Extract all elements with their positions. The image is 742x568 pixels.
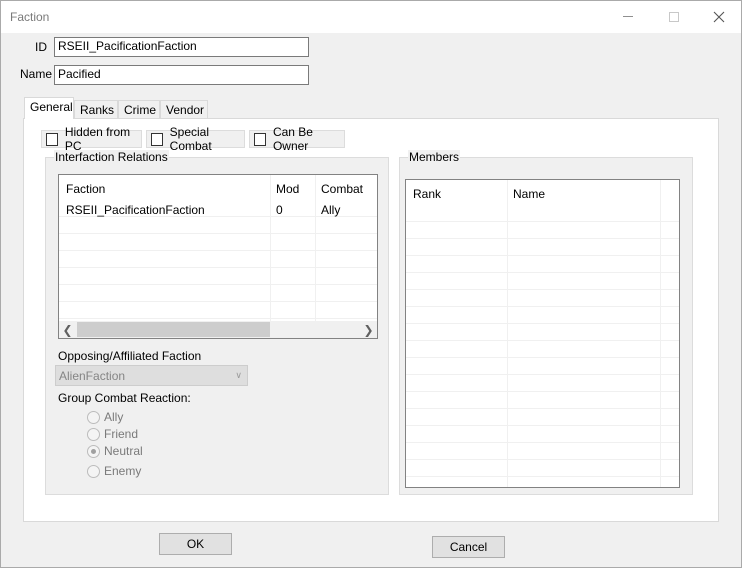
row-line	[406, 272, 679, 273]
checkbox-box	[151, 132, 163, 146]
chevron-left-icon[interactable]: ❮	[59, 321, 76, 338]
ok-button[interactable]: OK	[159, 533, 232, 555]
radio-ally[interactable]: Ally	[87, 409, 123, 425]
chevron-right-icon[interactable]: ❯	[360, 321, 377, 338]
faction-dialog: Faction ID RSEII_PacificationFaction Nam…	[0, 0, 742, 568]
members-list[interactable]: Rank Name	[405, 179, 680, 488]
close-button[interactable]	[696, 1, 742, 32]
cell-combat: Ally	[321, 203, 341, 217]
row-line	[406, 323, 679, 324]
column-header-name[interactable]: Name	[513, 187, 545, 201]
radio-label: Friend	[104, 427, 139, 441]
column-header-faction[interactable]: Faction	[66, 182, 105, 196]
checkbox-label: Special Combat	[169, 125, 212, 153]
row-line	[406, 425, 679, 426]
close-icon	[713, 11, 725, 22]
row-line	[59, 301, 377, 302]
title-bar: Faction	[1, 1, 741, 33]
cell-faction: RSEII_PacificationFaction	[66, 203, 205, 217]
cell-mod: 0	[276, 203, 283, 217]
horizontal-scrollbar[interactable]: ❮ ❯	[59, 321, 377, 338]
radio-circle	[87, 444, 100, 458]
row-line	[406, 408, 679, 409]
row-line	[406, 238, 679, 239]
column-divider	[660, 180, 661, 487]
row-line	[406, 357, 679, 358]
tab-vendor[interactable]: Vendor	[160, 100, 208, 119]
tab-ranks[interactable]: Ranks	[74, 100, 118, 119]
scrollbar-thumb[interactable]	[77, 322, 270, 337]
checkbox-box	[46, 132, 58, 146]
general-tab-panel: Hidden from PC Special Combat Can Be Own…	[23, 118, 719, 522]
members-group: Members Rank Name	[399, 150, 693, 495]
row-line	[59, 318, 377, 319]
tab-general[interactable]: General	[24, 97, 74, 119]
row-line	[406, 255, 679, 256]
chevron-down-icon: ∨	[235, 370, 242, 380]
radio-circle	[87, 464, 100, 478]
checkbox-label: Hidden from PC	[64, 125, 131, 153]
minimize-button[interactable]	[605, 1, 651, 32]
radio-selected-dot	[91, 448, 96, 454]
radio-enemy[interactable]: Enemy	[87, 463, 141, 479]
tab-crime[interactable]: Crime	[118, 100, 160, 119]
id-field[interactable]: RSEII_PacificationFaction	[54, 37, 309, 57]
row-line	[406, 459, 679, 460]
row-line	[59, 267, 377, 268]
interfaction-group-label: Interfaction Relations	[54, 150, 169, 164]
row-line	[406, 374, 679, 375]
radio-label: Enemy	[104, 464, 142, 478]
window-title: Faction	[10, 10, 50, 24]
members-group-label: Members	[408, 150, 461, 164]
row-line	[59, 233, 377, 234]
checkbox-label: Can Be Owner	[272, 125, 313, 153]
cancel-button[interactable]: Cancel	[432, 536, 505, 558]
row-line	[406, 391, 679, 392]
radio-label: Ally	[104, 410, 124, 424]
interfaction-relations-group: Interfaction Relations Faction Mod Comba…	[45, 150, 389, 495]
column-header-mod[interactable]: Mod	[276, 182, 299, 196]
hidden-from-pc-checkbox[interactable]: Hidden from PC	[41, 125, 142, 153]
column-divider	[315, 175, 316, 338]
row-line	[406, 221, 679, 222]
interfaction-list[interactable]: Faction Mod Combat RSEII_PacificationFac…	[58, 174, 378, 339]
row-line	[406, 476, 679, 477]
radio-label: Neutral	[104, 444, 143, 458]
can-be-owner-checkbox[interactable]: Can Be Owner	[249, 125, 345, 153]
opposing-faction-value: AlienFaction	[59, 369, 126, 383]
name-field[interactable]: Pacified	[54, 65, 309, 85]
column-divider	[507, 180, 508, 487]
column-header-combat[interactable]: Combat	[321, 182, 363, 196]
maximize-icon	[669, 11, 679, 22]
row-line	[406, 340, 679, 341]
radio-neutral[interactable]: Neutral	[87, 443, 143, 459]
group-combat-reaction-label: Group Combat Reaction:	[58, 391, 191, 405]
radio-friend[interactable]: Friend	[87, 426, 138, 442]
special-combat-checkbox[interactable]: Special Combat	[146, 125, 245, 153]
row-line	[59, 284, 377, 285]
row-line	[406, 289, 679, 290]
opposing-faction-label: Opposing/Affiliated Faction	[58, 349, 202, 363]
row-line	[406, 306, 679, 307]
id-label: ID	[35, 40, 47, 54]
radio-circle	[87, 410, 100, 424]
minimize-icon	[623, 16, 633, 17]
maximize-button[interactable]	[651, 1, 697, 32]
row-line	[406, 442, 679, 443]
checkbox-box	[254, 132, 266, 146]
row-line	[59, 250, 377, 251]
column-header-rank[interactable]: Rank	[413, 187, 441, 201]
radio-circle	[87, 427, 100, 441]
opposing-faction-select[interactable]: AlienFaction ∨	[55, 365, 248, 386]
name-label: Name	[20, 67, 53, 81]
column-divider	[270, 175, 271, 338]
